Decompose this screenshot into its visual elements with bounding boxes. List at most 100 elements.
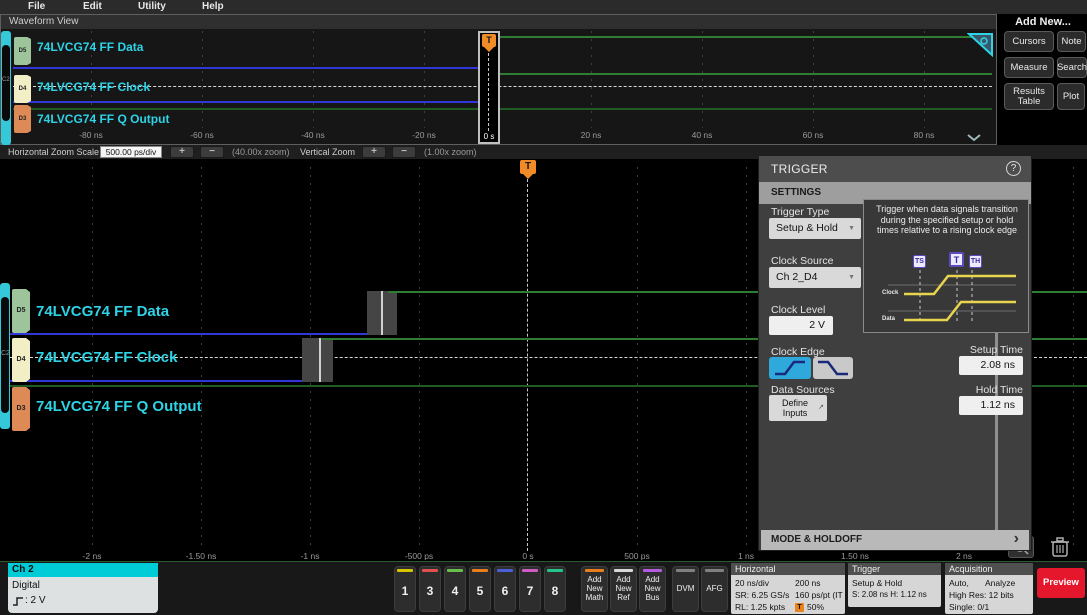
diagram-clock-label: Clock xyxy=(882,290,898,296)
search-button[interactable]: Search xyxy=(1057,57,1087,78)
add-new-ref-button[interactable]: Add New Ref xyxy=(610,566,637,612)
dvm-label: DVM xyxy=(677,584,695,593)
help-icon[interactable]: ? xyxy=(1006,161,1021,176)
zoom-selection-box[interactable]: T 0 s xyxy=(478,31,500,144)
preview-button[interactable]: Preview xyxy=(1037,568,1085,598)
trigger-badge[interactable]: Trigger Setup & Hold S: 2.08 ns H: 1.12 … xyxy=(848,563,941,607)
hold-time-flag-icon: TH xyxy=(969,255,982,268)
gridline xyxy=(1073,167,1074,551)
horizontal-badge-title: Horizontal xyxy=(731,563,845,575)
menu-help[interactable]: Help xyxy=(202,1,224,12)
trigger-type-dropdown[interactable]: Setup & Hold ▼ xyxy=(769,218,861,239)
channel-button-3[interactable]: 3 xyxy=(419,566,441,612)
channel-label-clock: 74LVCG74 FF Clock xyxy=(37,80,150,94)
record-length: RL: 1.25 kpts xyxy=(735,602,785,612)
dvm-button[interactable]: DVM xyxy=(672,566,699,612)
chevron-down-icon: ▼ xyxy=(848,225,855,232)
hold-time-input[interactable]: 1.12 ns xyxy=(959,396,1023,415)
vertical-zoom-label: Vertical Zoom xyxy=(300,147,355,157)
sample-resolution: 160 ps/pt (IT xyxy=(795,590,843,600)
ov-axis-tick: -40 ns xyxy=(301,130,325,140)
mode-holdoff-section[interactable]: MODE & HOLDOFF › xyxy=(761,530,1029,550)
clock-source-value: Ch 2_D4 xyxy=(776,271,817,283)
setup-time-label: Setup Time xyxy=(919,344,1023,356)
falling-edge-icon xyxy=(813,357,853,379)
trash-icon[interactable] xyxy=(1046,534,1074,560)
gridline xyxy=(201,167,202,551)
define-inputs-button[interactable]: Define Inputs ↗ xyxy=(769,395,827,421)
channel-button-1[interactable]: 1 xyxy=(394,566,416,612)
trigger-position-line xyxy=(488,53,489,131)
ch2-badge[interactable]: Ch 2 Digital : 2 V xyxy=(8,563,158,613)
falling-edge-button[interactable] xyxy=(813,357,853,379)
menu-file[interactable]: File xyxy=(28,1,45,12)
trigger-type-value: Setup & Hold xyxy=(776,222,838,234)
clock-transition-block xyxy=(302,338,333,382)
plot-button[interactable]: Plot xyxy=(1057,83,1085,110)
vzoom-minus-button[interactable]: − xyxy=(392,146,416,158)
bottom-divider xyxy=(0,561,1087,562)
channel-badge-d3[interactable]: D3 xyxy=(14,105,31,133)
hzoom-minus-button[interactable]: − xyxy=(200,146,224,158)
zoom-overview-icon[interactable] xyxy=(967,33,993,57)
add-bus-label: Add New Bus xyxy=(644,575,660,602)
acquisition-badge[interactable]: Acquisition Auto, Analyze High Res: 12 b… xyxy=(945,563,1033,614)
ov-axis-tick: -80 ns xyxy=(79,130,103,140)
channel-button-8[interactable]: 8 xyxy=(544,566,566,612)
rising-edge-button[interactable] xyxy=(769,357,811,379)
trigger-flag-icon[interactable]: T xyxy=(520,160,536,174)
channel-button-5[interactable]: 5 xyxy=(469,566,491,612)
results-table-button[interactable]: Results Table xyxy=(1004,83,1054,110)
menu-utility[interactable]: Utility xyxy=(138,1,166,12)
channel-button-label: 1 xyxy=(395,584,415,598)
clock-edge-line xyxy=(319,338,321,382)
add-new-title: Add New... xyxy=(998,16,1087,28)
rising-edge-icon xyxy=(769,357,811,379)
channel-badge-d5[interactable]: D5 xyxy=(12,289,30,333)
horizontal-zoom-scale-input[interactable]: 500.00 ps/div xyxy=(100,146,162,158)
trigger-position-line xyxy=(527,179,528,551)
hzoom-plus-button[interactable]: + xyxy=(170,146,194,158)
trigger-type-summary: Setup & Hold xyxy=(852,578,902,588)
main-axis-tick: -1.50 ns xyxy=(186,551,217,560)
afg-label: AFG xyxy=(706,584,722,593)
trigger-type-label: Trigger Type xyxy=(771,206,829,218)
acq-analyze: Analyze xyxy=(985,578,1015,588)
collapse-overview-chevron-icon[interactable] xyxy=(966,134,982,142)
trigger-settings-panel: TRIGGER ? SETTINGS Trigger Type Setup & … xyxy=(758,155,1032,551)
afg-button[interactable]: AFG xyxy=(701,566,728,612)
add-new-bus-button[interactable]: Add New Bus xyxy=(639,566,666,612)
cursors-button[interactable]: Cursors xyxy=(1004,31,1054,52)
channel-button-label: 7 xyxy=(520,584,540,598)
clock-source-label: Clock Source xyxy=(771,255,833,267)
ov-axis-tick: -20 ns xyxy=(412,130,436,140)
add-math-label: Add New Math xyxy=(586,575,604,602)
measure-button[interactable]: Measure xyxy=(1004,57,1054,78)
menu-edit[interactable]: Edit xyxy=(83,1,102,12)
ov-axis-tick: 80 ns xyxy=(914,130,935,140)
add-new-math-button[interactable]: Add New Math xyxy=(581,566,608,612)
data-edge-line xyxy=(381,291,383,335)
setup-hold-summary: S: 2.08 ns H: 1.12 ns xyxy=(852,590,927,599)
channel-button-6[interactable]: 6 xyxy=(494,566,516,612)
setup-time-input[interactable]: 2.08 ns xyxy=(959,356,1023,375)
horizontal-badge[interactable]: Horizontal 20 ns/div 200 ns SR: 6.25 GS/… xyxy=(731,563,845,614)
channel-badge-d4[interactable]: D4 xyxy=(14,75,31,103)
channel-badge-d5[interactable]: D5 xyxy=(14,37,31,65)
trigger-flag-icon[interactable]: T xyxy=(482,34,496,47)
channel-button-label: 8 xyxy=(545,584,565,598)
channel-button-4[interactable]: 4 xyxy=(444,566,466,612)
gridline xyxy=(637,167,638,551)
clock-level-input[interactable]: 2 V xyxy=(769,316,833,335)
horizontal-zoom-scale-label: Horizontal Zoom Scale xyxy=(8,147,99,157)
channel-badge-d4[interactable]: D4 xyxy=(12,338,30,382)
gridline xyxy=(202,31,203,128)
clock-source-dropdown[interactable]: Ch 2_D4 ▼ xyxy=(769,267,861,288)
vzoom-plus-button[interactable]: + xyxy=(362,146,386,158)
trigger-flag-pointer xyxy=(484,47,494,52)
clock-threshold-line xyxy=(13,86,992,87)
edge-threshold-icon xyxy=(12,595,25,607)
channel-button-7[interactable]: 7 xyxy=(519,566,541,612)
channel-badge-d3[interactable]: D3 xyxy=(12,387,30,431)
note-button[interactable]: Note xyxy=(1057,31,1086,52)
